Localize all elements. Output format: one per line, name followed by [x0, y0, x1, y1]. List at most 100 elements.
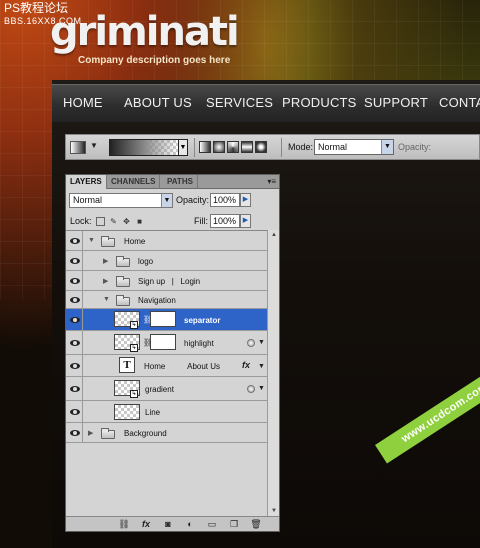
add-mask-icon[interactable]: ◙ — [162, 519, 174, 529]
tab-layers[interactable]: LAYERS — [66, 175, 107, 189]
new-group-icon[interactable]: ▭ — [206, 519, 218, 530]
layers-bottom-bar: ⛓ fx ◙ ◐ ▭ ❐ 🗑 — [66, 516, 279, 531]
radial-gradient-icon[interactable] — [213, 141, 225, 153]
angle-gradient-icon[interactable] — [227, 141, 239, 153]
fill-slider-button[interactable]: ▶ — [240, 214, 251, 228]
gradient-dropdown-button[interactable]: ▼ — [178, 139, 188, 156]
smart-object-icon: ↳ — [130, 321, 138, 329]
visibility-eye-icon[interactable] — [66, 377, 83, 400]
nav-home[interactable]: HOME — [63, 95, 103, 110]
layer-row-text-nav[interactable]: T Home About Us fx ▼ — [66, 355, 267, 377]
folder-icon — [101, 236, 115, 247]
panel-tabs: LAYERS CHANNELS PATHS ▾≡ — [66, 175, 279, 189]
layer-row-highlight[interactable]: ↳ ⛓ highlight ▼ — [66, 331, 267, 355]
layer-style-icon[interactable] — [247, 339, 255, 347]
scroll-down-icon[interactable]: ▼ — [271, 508, 277, 514]
folder-icon — [116, 276, 130, 287]
blend-mode-select[interactable]: Normal ▼ — [69, 193, 173, 208]
opacity-slider-button[interactable]: ▶ — [240, 193, 251, 207]
visibility-eye-icon[interactable] — [66, 401, 83, 422]
divider — [194, 138, 195, 157]
layer-name: Home About Us — [144, 362, 221, 371]
visibility-eye-icon[interactable] — [66, 309, 83, 330]
new-layer-icon[interactable]: ❐ — [228, 519, 240, 530]
expand-effects-icon[interactable]: ▼ — [258, 339, 265, 346]
layer-row-separator[interactable]: ↳ ⛓ separator — [66, 309, 267, 331]
fx-icon[interactable]: fx — [242, 360, 250, 370]
expand-effects-icon[interactable]: ▼ — [258, 385, 265, 392]
layers-list: ▼ Home ▶ logo ▶ Sign up | Login ▼ Naviga… — [66, 230, 279, 516]
link-layers-icon[interactable]: ⛓ — [118, 519, 130, 530]
chevron-down-icon[interactable]: ▼ — [90, 141, 98, 150]
fill-input[interactable]: 100% — [210, 214, 240, 228]
adjustment-layer-icon[interactable]: ◐ — [184, 519, 196, 529]
visibility-eye-icon[interactable] — [66, 291, 83, 308]
visibility-eye-icon[interactable] — [66, 251, 83, 270]
layer-name: Navigation — [138, 296, 176, 305]
fill-label: Fill: — [194, 216, 208, 226]
tool-preset-icon[interactable] — [70, 141, 86, 154]
layer-name: Background — [124, 429, 167, 438]
layer-row-gradient[interactable]: ↳ gradient ▼ — [66, 377, 267, 401]
layers-scrollbar[interactable]: ▲ ▼ — [267, 230, 279, 516]
site-logo[interactable]: griminati — [50, 10, 240, 54]
reflected-gradient-icon[interactable] — [241, 141, 253, 153]
visibility-eye-icon[interactable] — [66, 423, 83, 442]
site-navbar: HOME ABOUT US SERVICES PRODUCTS SUPPORT … — [52, 84, 480, 122]
divider — [281, 138, 282, 157]
nav-services[interactable]: SERVICES — [206, 95, 273, 110]
folder-icon — [116, 256, 130, 267]
panel-menu-icon[interactable]: ▾≡ — [267, 177, 276, 186]
nav-products[interactable]: PRODUCTS — [282, 95, 357, 110]
lock-label: Lock: — [70, 216, 92, 226]
opacity-input[interactable]: 100% — [210, 193, 240, 207]
text-layer-icon: T — [119, 357, 135, 373]
folder-icon — [101, 428, 115, 439]
expand-effects-icon[interactable]: ▼ — [258, 363, 265, 370]
layer-row-background[interactable]: ▶ Background — [66, 423, 267, 443]
trash-icon[interactable]: 🗑 — [250, 519, 262, 530]
lock-move-icon[interactable]: ✥ — [122, 217, 131, 226]
mask-thumbnail[interactable] — [150, 334, 176, 350]
nav-about-us[interactable]: ABOUT US — [124, 95, 192, 110]
tab-channels[interactable]: CHANNELS — [107, 175, 161, 189]
tab-paths[interactable]: PATHS — [163, 175, 198, 189]
layer-style-icon[interactable] — [247, 385, 255, 393]
expand-triangle-icon[interactable]: ▼ — [88, 237, 95, 244]
mode-label: Mode: — [288, 142, 314, 152]
mode-select[interactable]: Normal ▼ — [314, 139, 394, 155]
nav-support[interactable]: SUPPORT — [364, 95, 428, 110]
collapse-triangle-icon[interactable]: ▶ — [103, 257, 108, 265]
layer-row-home[interactable]: ▼ Home — [66, 231, 267, 251]
nav-contact[interactable]: CONTAC — [439, 95, 480, 110]
layer-row-logo[interactable]: ▶ logo — [66, 251, 267, 271]
visibility-eye-icon[interactable] — [66, 271, 83, 290]
collapse-triangle-icon[interactable]: ▶ — [88, 429, 93, 437]
site-tagline: Company description goes here — [78, 55, 231, 66]
smart-object-icon: ↳ — [130, 390, 138, 398]
layer-row-navigation[interactable]: ▼ Navigation — [66, 291, 267, 309]
lock-transparency-icon[interactable] — [96, 217, 105, 226]
layer-thumbnail — [114, 404, 140, 420]
gradient-picker[interactable] — [109, 139, 179, 156]
lock-brush-icon[interactable]: ✎ — [109, 217, 118, 226]
mask-thumbnail[interactable] — [150, 311, 176, 327]
lock-all-icon[interactable]: ■ — [135, 217, 144, 226]
folder-icon — [116, 295, 130, 306]
layer-row-signup-login[interactable]: ▶ Sign up | Login — [66, 271, 267, 291]
diamond-gradient-icon[interactable] — [255, 141, 267, 153]
opacity-label: Opacity: — [176, 195, 210, 205]
layer-name: Home — [124, 237, 146, 246]
layer-name: Sign up | Login — [138, 277, 201, 286]
visibility-eye-icon[interactable] — [66, 355, 83, 376]
visibility-eye-icon[interactable] — [66, 331, 83, 354]
layer-row-line[interactable]: Line — [66, 401, 267, 423]
visibility-eye-icon[interactable] — [66, 231, 83, 250]
collapse-triangle-icon[interactable]: ▶ — [103, 277, 108, 285]
add-style-icon[interactable]: fx — [140, 519, 152, 529]
expand-triangle-icon[interactable]: ▼ — [103, 296, 110, 303]
scroll-up-icon[interactable]: ▲ — [271, 232, 277, 238]
mode-value: Normal — [318, 142, 348, 152]
smart-object-icon: ↳ — [130, 344, 138, 352]
linear-gradient-icon[interactable] — [199, 141, 211, 153]
